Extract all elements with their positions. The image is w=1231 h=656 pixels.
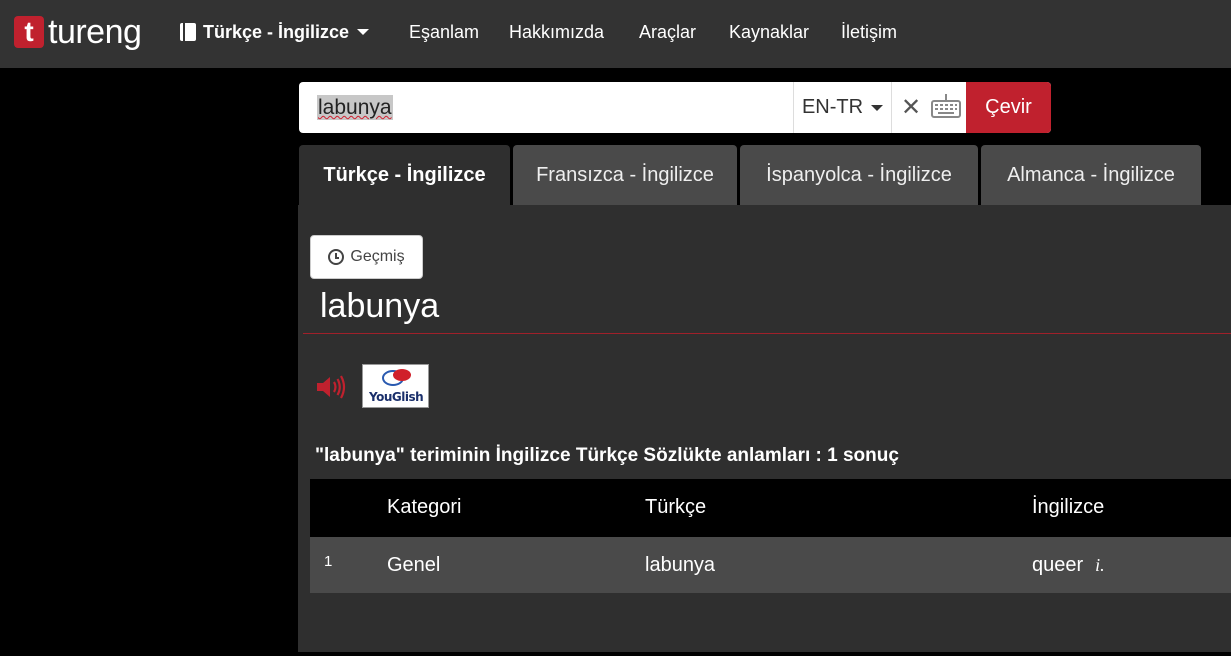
keyboard-button[interactable] [929, 92, 963, 122]
chevron-down-icon [871, 104, 884, 111]
nav-dictionary-label: Türkçe - İngilizce [203, 22, 350, 42]
search-input[interactable]: labunya [299, 82, 793, 133]
tab-french-english[interactable]: Fransızca - İngilizce [513, 145, 737, 205]
tab-spanish-english[interactable]: İspanyolca - İngilizce [740, 145, 978, 205]
translate-button[interactable]: Çevir [966, 82, 1051, 133]
term-title: labunya [320, 287, 440, 325]
row-number: 1 [324, 553, 333, 570]
clock-icon [328, 249, 345, 265]
nav-item-hakkimizda[interactable]: Hakkımızda [509, 20, 604, 44]
nav-item-esanlam[interactable]: Eşanlam [409, 20, 479, 44]
header-category: Kategori [387, 496, 462, 518]
top-navbar: t tureng Türkçe - İngilizce Eşanlam Hakk… [0, 0, 1231, 68]
row-category[interactable]: Genel [387, 554, 440, 577]
tab-turkish-english[interactable]: Türkçe - İngilizce [299, 145, 510, 205]
youglish-label: YouGlish [369, 390, 424, 404]
word-type: i. [1095, 555, 1105, 575]
history-button[interactable]: Geçmiş [310, 235, 423, 279]
youglish-button[interactable]: YouGlish [362, 364, 429, 408]
language-pair-label: EN-TR [801, 96, 864, 118]
nav-dictionary-dropdown[interactable]: Türkçe - İngilizce [180, 20, 370, 44]
close-icon: ✕ [900, 94, 922, 121]
logo-text: tureng [48, 12, 142, 51]
results-table-header: Kategori Türkçe İngilizce [310, 479, 1231, 537]
row-english[interactable]: queer [1032, 554, 1083, 576]
logo-mark: t [14, 16, 44, 48]
table-row: 1 Genel labunya queer i. [310, 537, 1231, 593]
result-heading: "labunya" teriminin İngilizce Türkçe Söz… [315, 445, 899, 466]
nav-item-iletisim[interactable]: İletişim [841, 20, 897, 44]
header-english: İngilizce [1032, 496, 1105, 518]
row-english-cell: queer i. [1032, 554, 1105, 577]
tureng-logo[interactable]: t tureng [14, 12, 142, 52]
nav-item-kaynaklar[interactable]: Kaynaklar [729, 20, 809, 44]
title-divider [303, 333, 1231, 334]
keyboard-icon [931, 94, 961, 118]
chevron-down-icon [357, 29, 370, 35]
nav-item-araclar[interactable]: Araçlar [639, 20, 696, 44]
speaker-icon[interactable] [316, 374, 346, 400]
row-turkish[interactable]: labunya [645, 554, 715, 577]
language-pair-select[interactable]: EN-TR [793, 82, 892, 133]
book-icon [180, 23, 196, 41]
search-input-value: labunya [317, 95, 393, 120]
history-label: Geçmiş [350, 248, 405, 265]
results-panel: Geçmiş labunya YouGlish "labunya" terimi… [298, 205, 1231, 652]
clear-search-button[interactable]: ✕ [897, 82, 925, 133]
header-turkish: Türkçe [645, 496, 707, 518]
tab-german-english[interactable]: Almanca - İngilizce [981, 145, 1201, 205]
search-bar: labunya EN-TR ✕ Çevir [299, 82, 1051, 133]
